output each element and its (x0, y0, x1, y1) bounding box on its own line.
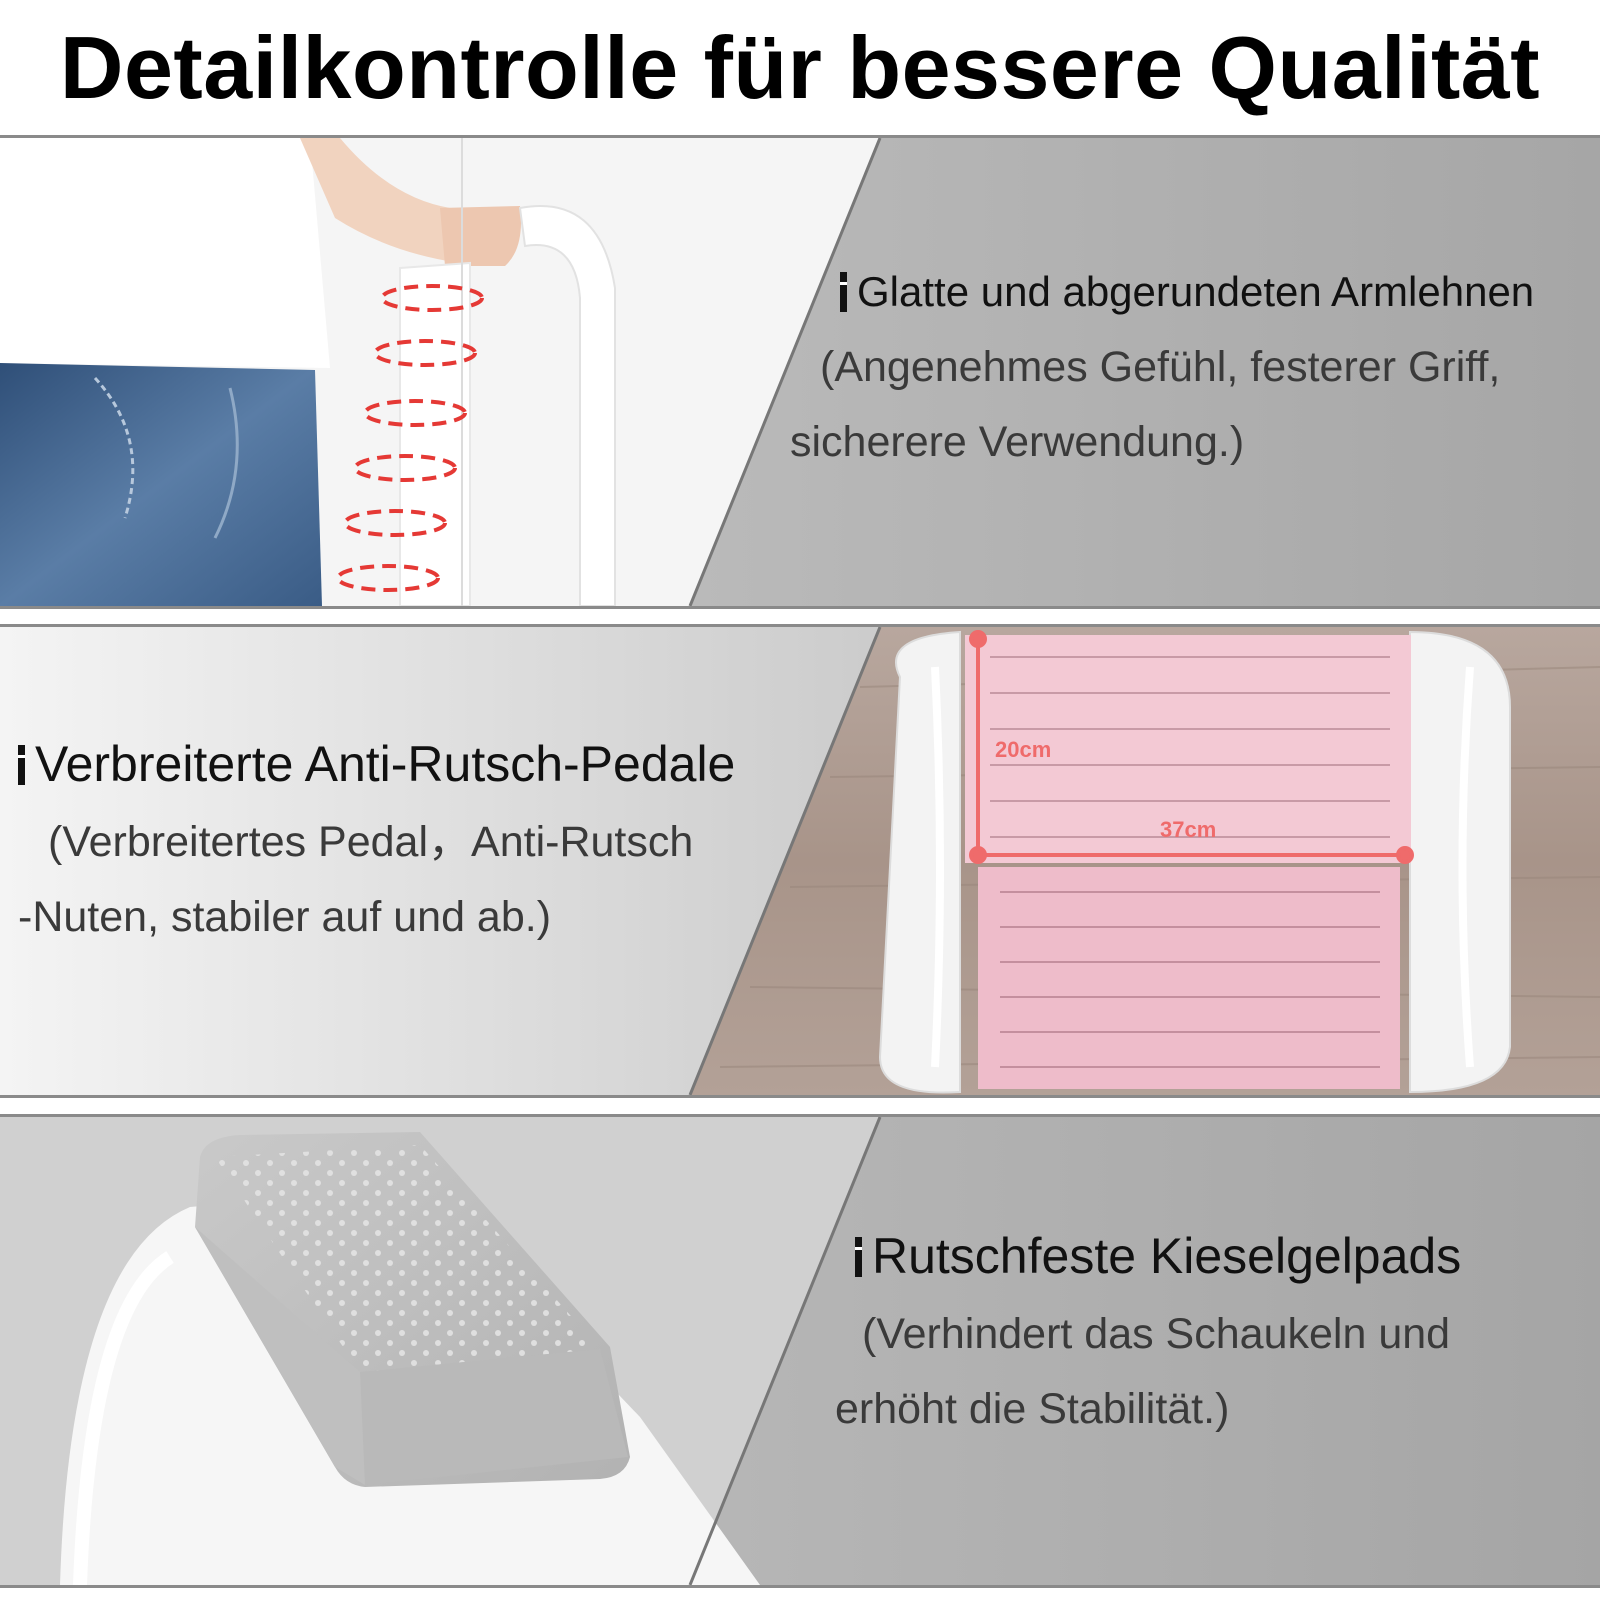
height-dimension-label: 20cm (995, 737, 1051, 762)
armrest-heading-text: Glatte und abgerundeten Armlehnen (857, 268, 1535, 315)
pedal-heading: Verbreiterte Anti-Rutsch-Pedale (18, 735, 735, 793)
armrest-heading: Glatte und abgerundeten Armlehnen (840, 268, 1534, 316)
bullet-mark-icon (18, 744, 25, 785)
bullet-mark-icon (855, 1236, 862, 1277)
page-title: Detailkontrolle für bessere Qualität (59, 18, 1541, 117)
silicone-heading: Rutschfeste Kieselgelpads (855, 1227, 1461, 1285)
pedal-desc-line1: (Verbreitertes Pedal，Anti-Rutsch (48, 818, 694, 866)
width-dimension-label: 37cm (1160, 817, 1216, 842)
armrest-desc-line1: (Angenehmes Gefühl, festerer Griff, (820, 343, 1501, 391)
armrest-panel: Glatte und abgerundeten Armlehnen (Angen… (0, 135, 1600, 609)
pedal-desc-line2: -Nuten, stabiler auf und ab.) (18, 893, 552, 941)
armrest-desc-line2: sicherere Verwendung.) (790, 418, 1245, 466)
bullet-mark-icon (840, 271, 847, 312)
pedal-panel: 20cm 37cm Verbreiterte Anti-Rutsch-Pedal… (0, 624, 1600, 1098)
pedal-heading-text: Verbreiterte Anti-Rutsch-Pedale (35, 736, 736, 792)
silicone-desc-line1: (Verhindert das Schaukeln und (862, 1310, 1451, 1358)
silicone-heading-text: Rutschfeste Kieselgelpads (872, 1228, 1462, 1284)
silicone-desc-line2: erhöht die Stabilität.) (835, 1385, 1230, 1433)
silicone-pad-panel: Rutschfeste Kieselgelpads (Verhindert da… (0, 1114, 1600, 1588)
